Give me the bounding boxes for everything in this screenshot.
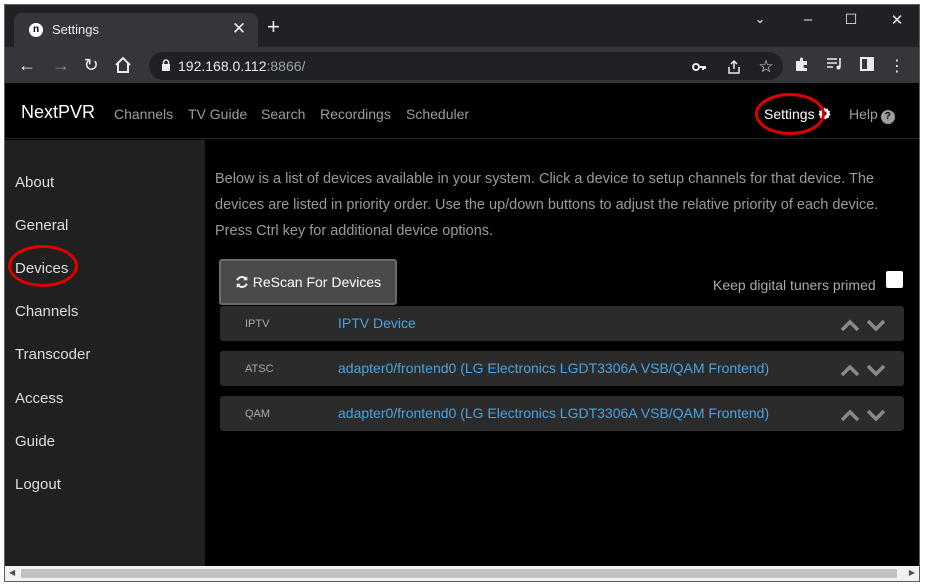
devices-highlight-circle <box>8 245 78 287</box>
rescan-devices-button[interactable]: ReScan For Devices <box>219 259 397 305</box>
reload-icon[interactable]: ↻ <box>79 53 103 77</box>
chevron-down-icon[interactable] <box>866 319 886 332</box>
keep-primed-label: Keep digital tuners primed <box>713 277 876 293</box>
bookmark-star-icon[interactable]: ☆ <box>756 57 776 77</box>
sidebar-item-transcoder[interactable]: Transcoder <box>15 346 90 363</box>
rescan-label: ReScan For Devices <box>252 274 382 290</box>
nav-channels[interactable]: Channels <box>114 106 173 122</box>
chevron-up-icon[interactable] <box>840 409 860 422</box>
address-bar[interactable]: 192.168.0.112:8866/ ☆ <box>149 52 783 80</box>
side-panel-icon[interactable] <box>857 56 877 76</box>
lock-icon <box>161 59 171 77</box>
device-priority-controls <box>840 408 886 427</box>
sidebar-item-channels[interactable]: Channels <box>15 303 78 320</box>
extensions-icon[interactable] <box>792 56 812 76</box>
device-type: IPTV <box>245 318 270 330</box>
tab-search-icon[interactable]: ⌄ <box>748 11 772 27</box>
device-link[interactable]: IPTV Device <box>338 315 416 331</box>
help-question-icon: ? <box>880 110 895 124</box>
nav-search[interactable]: Search <box>261 106 305 122</box>
chevron-up-icon[interactable] <box>840 319 860 332</box>
scroll-left-icon[interactable]: ◀ <box>9 568 15 577</box>
media-control-icon[interactable] <box>825 56 845 76</box>
nav-help-label: Help <box>849 106 878 122</box>
back-icon[interactable]: ← <box>15 53 39 77</box>
password-key-icon[interactable] <box>689 57 709 79</box>
tab-close-icon[interactable]: ✕ <box>230 19 248 39</box>
maximize-icon[interactable]: ☐ <box>839 11 863 28</box>
devices-panel: Below is a list of devices available in … <box>205 140 919 566</box>
nav-help[interactable]: Help? <box>849 106 895 124</box>
chevron-down-icon[interactable] <box>866 364 886 377</box>
device-row[interactable]: ATSC adapter0/frontend0 (LG Electronics … <box>220 351 904 386</box>
browser-toolbar: ← → ↻ 192.168.0.112:8866/ ☆ ⋮ <box>5 47 919 83</box>
device-priority-controls <box>840 318 886 337</box>
horizontal-scrollbar[interactable]: ◀ ▶ <box>5 566 919 581</box>
chevron-down-icon[interactable] <box>866 409 886 422</box>
sidebar-item-about[interactable]: About <box>15 174 54 191</box>
share-icon[interactable] <box>724 57 744 79</box>
nav-scheduler[interactable]: Scheduler <box>406 106 469 122</box>
browser-tab[interactable]: n Settings ✕ <box>14 13 258 47</box>
keep-primed-checkbox[interactable] <box>886 271 903 288</box>
minimize-icon[interactable]: – <box>796 11 820 28</box>
sidebar-item-general[interactable]: General <box>15 217 68 234</box>
scrollbar-thumb[interactable] <box>21 569 897 578</box>
device-type: QAM <box>245 408 271 420</box>
sidebar-item-logout[interactable]: Logout <box>15 476 61 493</box>
nav-tv-guide[interactable]: TV Guide <box>188 106 247 122</box>
sidebar-item-access[interactable]: Access <box>15 390 63 407</box>
nextpvr-app: NextPVR Channels TV Guide Search Recordi… <box>5 83 919 566</box>
settings-sidebar: About General Devices Channels Transcode… <box>5 140 205 566</box>
devices-intro-text: Below is a list of devices available in … <box>215 171 879 239</box>
brand-logo[interactable]: NextPVR <box>21 102 95 123</box>
browser-menu-icon[interactable]: ⋮ <box>887 56 907 76</box>
nextpvr-favicon-icon: n <box>29 23 43 37</box>
home-icon[interactable] <box>111 53 135 77</box>
device-row[interactable]: IPTV IPTV Device <box>220 306 904 341</box>
scroll-right-icon[interactable]: ▶ <box>909 568 915 577</box>
device-row[interactable]: QAM adapter0/frontend0 (LG Electronics L… <box>220 396 904 431</box>
sidebar-item-guide[interactable]: Guide <box>15 433 55 450</box>
forward-icon[interactable]: → <box>49 53 73 77</box>
refresh-icon <box>235 274 253 290</box>
browser-window: n Settings ✕ + ⌄ – ☐ ✕ ← → ↻ 192.168.0.1… <box>4 4 920 582</box>
new-tab-icon[interactable]: + <box>267 16 280 38</box>
device-link[interactable]: adapter0/frontend0 (LG Electronics LGDT3… <box>338 405 769 421</box>
url-text: 192.168.0.112:8866/ <box>178 58 306 74</box>
nav-recordings[interactable]: Recordings <box>320 106 391 122</box>
settings-highlight-circle <box>755 93 825 135</box>
tab-strip: n Settings ✕ + ⌄ – ☐ ✕ <box>5 5 919 47</box>
device-type: ATSC <box>245 363 274 375</box>
tab-title: Settings <box>52 22 99 37</box>
chevron-up-icon[interactable] <box>840 364 860 377</box>
device-priority-controls <box>840 363 886 382</box>
device-link[interactable]: adapter0/frontend0 (LG Electronics LGDT3… <box>338 360 769 376</box>
window-close-icon[interactable]: ✕ <box>885 11 909 29</box>
